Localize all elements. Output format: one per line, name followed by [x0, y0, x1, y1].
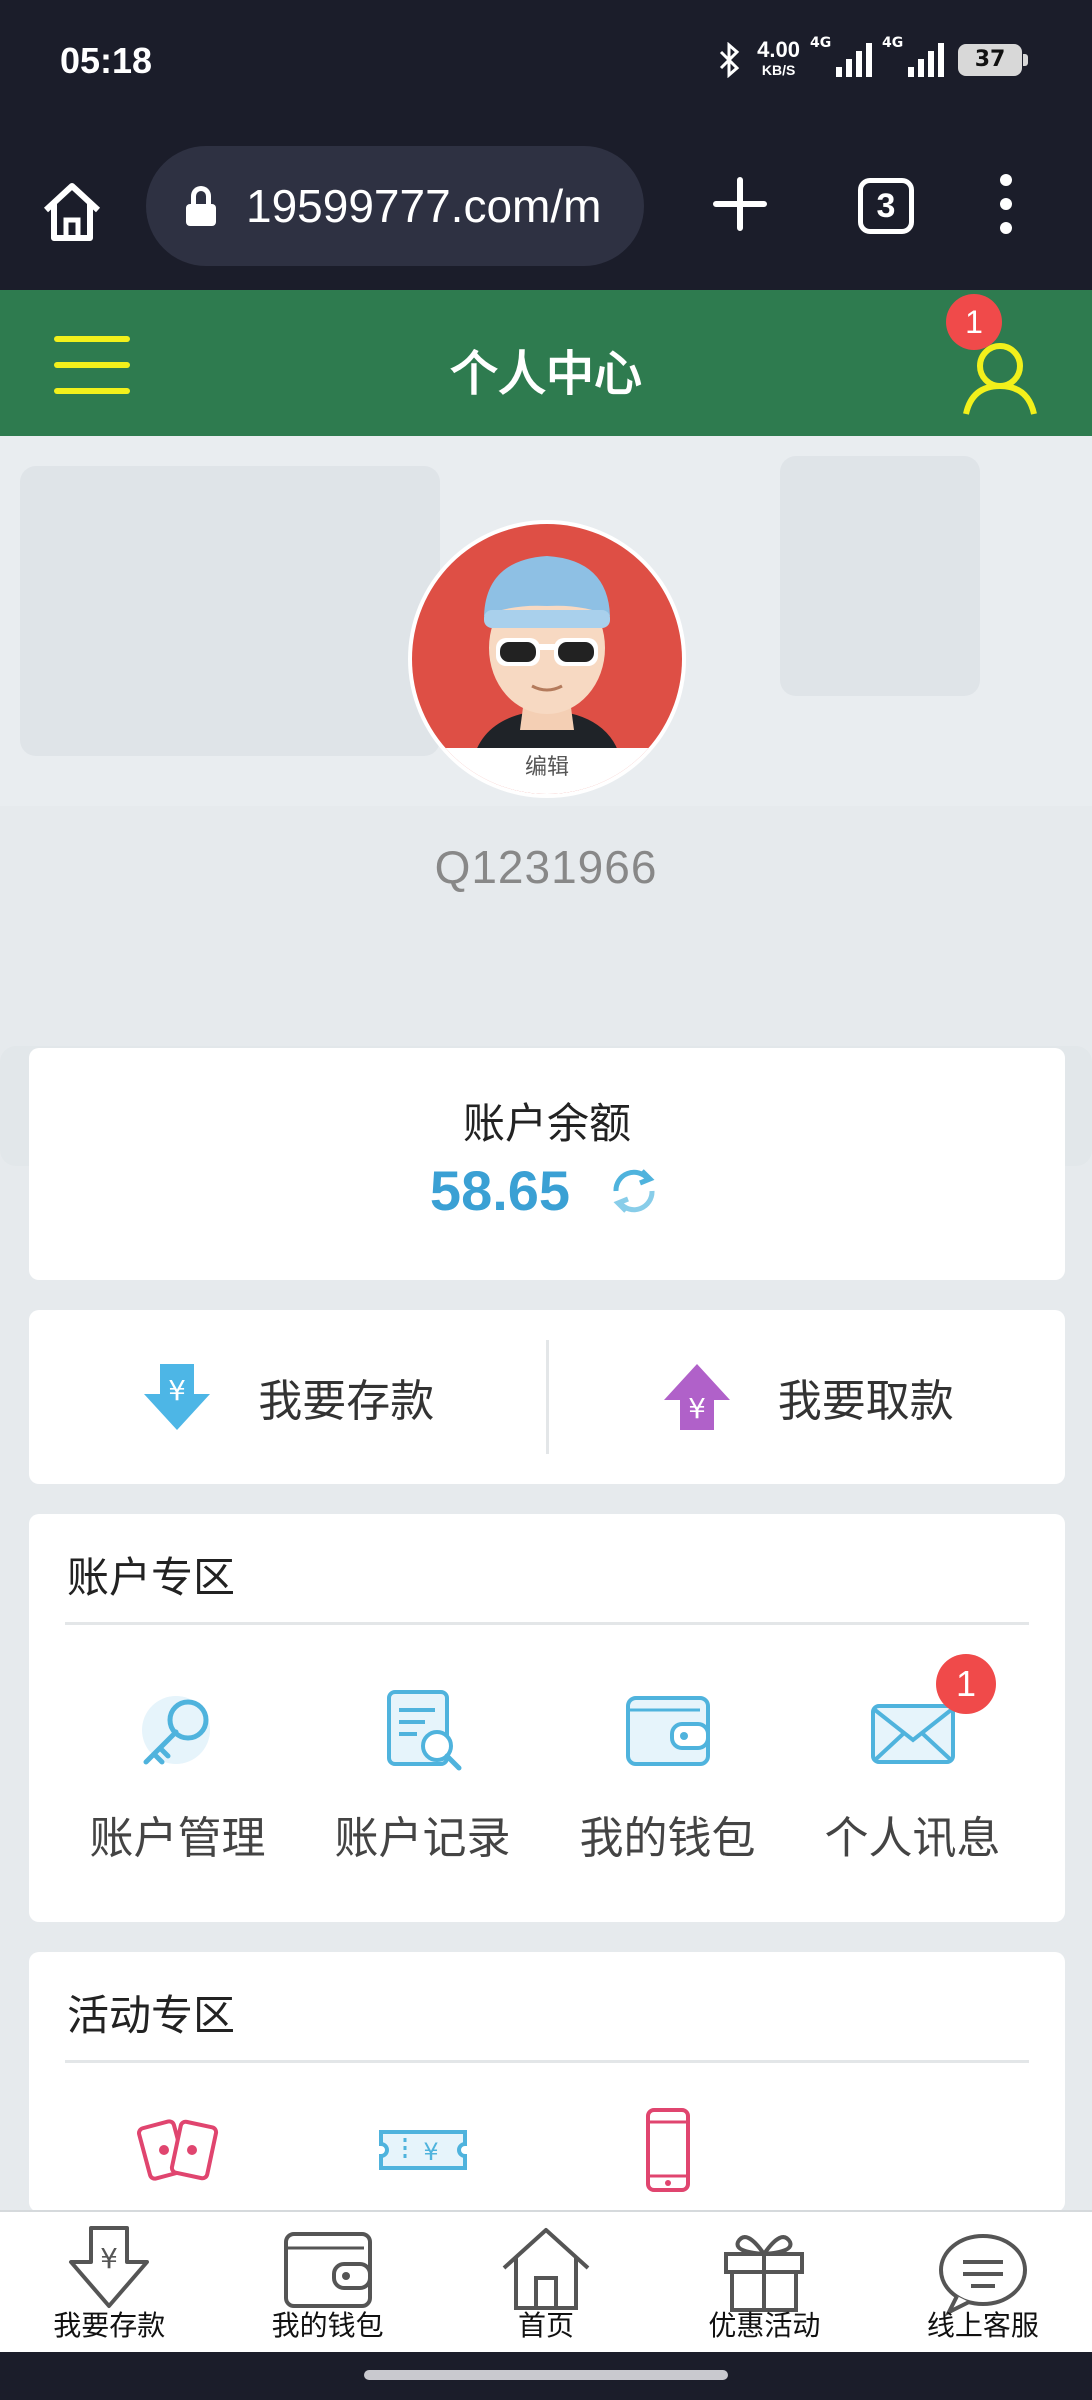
- activity-item-coupon[interactable]: ¥: [300, 2102, 545, 2198]
- withdraw-button[interactable]: ¥ 我要取款: [549, 1310, 1066, 1484]
- withdraw-arrow-icon: ¥: [663, 1364, 730, 1430]
- account-management-label: 账户管理: [89, 1813, 266, 1864]
- deposit-arrow-icon: ¥: [144, 1364, 211, 1430]
- signal-1-icon: 4G: [810, 35, 872, 77]
- page-title: 个人中心: [449, 346, 642, 402]
- svg-text:¥: ¥: [423, 2138, 438, 2166]
- key-icon: [141, 1696, 210, 1765]
- page-header: 个人中心: [0, 290, 1092, 436]
- nav-label: 线上客服: [926, 2309, 1039, 2342]
- nav-item-support[interactable]: 线上客服: [874, 2212, 1092, 2352]
- balance-value: 58.65: [429, 1159, 571, 1222]
- activity-section: 活动专区 ¥: [29, 1952, 1065, 2212]
- avatar[interactable]: 编辑: [412, 524, 682, 794]
- section-title: 活动专区: [67, 1991, 236, 2040]
- account-management-item[interactable]: 账户管理: [55, 1684, 300, 1866]
- balance-card: 账户余额 58.65: [29, 1048, 1065, 1280]
- username: Q1231966: [434, 841, 658, 893]
- lock-icon: [186, 186, 216, 226]
- my-wallet-item[interactable]: 我的钱包: [545, 1684, 790, 1866]
- gesture-navigation-area: [0, 2352, 1092, 2400]
- address-bar[interactable]: 19599777.com/m: [146, 146, 644, 266]
- account-records-item[interactable]: 账户记录: [300, 1684, 545, 1866]
- overflow-menu-icon[interactable]: [996, 174, 1016, 234]
- nav-label: 优惠活动: [708, 2309, 821, 2342]
- status-icons: 4.00 KB/S 4G 4G 37: [717, 35, 1028, 80]
- ghost-banner-panel: [20, 466, 440, 756]
- message-badge: 1: [936, 1654, 996, 1714]
- svg-text:¥: ¥: [688, 1392, 706, 1425]
- red-envelope-icon: [136, 2119, 218, 2181]
- signal-2-icon: 4G: [882, 35, 944, 77]
- coupon-icon: ¥: [378, 2130, 467, 2170]
- battery-icon: 37: [958, 44, 1028, 76]
- activity-item-phone[interactable]: [545, 2102, 790, 2198]
- bluetooth-icon: [720, 42, 740, 78]
- ghost-banner-phone: [780, 456, 980, 696]
- status-time: 05:18: [60, 40, 153, 81]
- divider: [65, 2060, 1029, 2063]
- bottom-nav: ¥ 我要存款 我的钱包 首页 优惠活动 线上客服: [0, 2210, 1092, 2352]
- status-bar: 05:18 4.00 KB/S 4G 4G 37: [0, 0, 1092, 130]
- personal-messages-item[interactable]: 个人讯息 1: [790, 1654, 1035, 1866]
- url-text: 19599777.com/m: [246, 180, 602, 232]
- deposit-label: 我要存款: [258, 1376, 435, 1427]
- nav-item-home[interactable]: 首页: [437, 2212, 655, 2352]
- account-records-label: 账户记录: [334, 1813, 511, 1864]
- activity-item-red-envelope[interactable]: [55, 2102, 300, 2198]
- deposit-withdraw-card: ¥ 我要存款 ¥ 我要取款: [29, 1310, 1065, 1484]
- notification-badge: 1: [946, 294, 1002, 350]
- personal-messages-label: 个人讯息: [824, 1813, 1001, 1864]
- tab-count-button[interactable]: 3: [858, 178, 914, 234]
- nav-label: 我要存款: [53, 2309, 166, 2342]
- new-tab-icon[interactable]: [710, 174, 770, 234]
- home-icon[interactable]: [40, 180, 104, 244]
- svg-text:¥: ¥: [168, 1374, 186, 1407]
- wallet-icon: [625, 1696, 710, 1766]
- user-icon[interactable]: [960, 338, 1040, 418]
- my-wallet-label: 我的钱包: [579, 1813, 756, 1864]
- net-speed: 4.00 KB/S: [757, 37, 800, 79]
- account-section: 账户专区 账户管理 账户记录 我的钱包 个人讯息 1: [29, 1514, 1065, 1922]
- balance-label: 账户余额: [462, 1099, 631, 1148]
- record-search-icon: [386, 1690, 461, 1771]
- nav-item-deposit[interactable]: ¥ 我要存款: [0, 2212, 218, 2352]
- balance-row: 58.65: [29, 1158, 1065, 1223]
- divider: [65, 1622, 1029, 1625]
- section-title: 账户专区: [67, 1553, 236, 1602]
- gesture-handle[interactable]: [364, 2370, 728, 2380]
- svg-text:¥: ¥: [100, 2242, 118, 2275]
- withdraw-label: 我要取款: [777, 1376, 954, 1427]
- avatar-edit-button[interactable]: 编辑: [412, 748, 682, 794]
- nav-item-wallet[interactable]: 我的钱包: [218, 2212, 436, 2352]
- nav-item-promotions[interactable]: 优惠活动: [655, 2212, 873, 2352]
- refresh-icon[interactable]: [604, 1161, 664, 1221]
- phone-icon: [645, 2108, 690, 2192]
- nav-label: 我的钱包: [271, 2309, 384, 2342]
- nav-label: 首页: [518, 2309, 575, 2342]
- deposit-button[interactable]: ¥ 我要存款: [29, 1310, 546, 1484]
- browser-toolbar: 19599777.com/m 3: [0, 130, 1092, 290]
